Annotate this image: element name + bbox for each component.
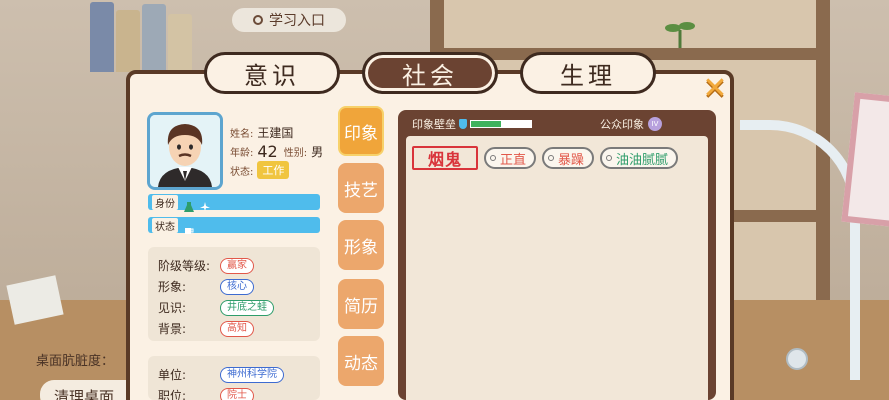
age-gender-row: 年龄: 42 性别: 男 <box>230 142 323 161</box>
work-value[interactable]: 院士 <box>220 387 254 400</box>
attribute-row-background: 背景: 高知 <box>158 318 310 339</box>
work-box: 单位: 神州科学院 职位: 院士 <box>148 356 320 400</box>
attribute-row-insight: 见识: 井底之蛙 <box>158 297 310 318</box>
work-value[interactable]: 神州科学院 <box>220 366 284 383</box>
state-label: 状态 <box>152 217 178 233</box>
attribute-key: 见识: <box>158 301 187 315</box>
name-value: 王建国 <box>257 126 294 140</box>
gender-value: 男 <box>311 145 324 159</box>
power-icon[interactable] <box>786 348 808 370</box>
attribute-key: 阶级等级: <box>158 259 211 273</box>
progress-fill <box>471 121 501 127</box>
tag-dot-icon <box>548 155 555 161</box>
entry-dot-icon <box>253 15 263 25</box>
tag-dot-icon <box>606 155 613 161</box>
shield-icon <box>459 119 467 129</box>
smoker-stamp[interactable]: 烟鬼 <box>412 146 478 170</box>
tag-upright[interactable]: 正直 <box>484 147 537 169</box>
work-row-unit: 单位: 神州科学院 <box>158 364 310 385</box>
flask-icon <box>184 197 194 212</box>
attribute-value[interactable]: 赢家 <box>220 257 254 274</box>
attribute-value[interactable]: 井底之蛙 <box>220 299 274 316</box>
impression-panel: 印象壁垒 公众印象 IV 烟鬼 正直 暴躁 油油腻腻 <box>398 110 716 400</box>
gender-key: 性别: <box>283 148 308 159</box>
tag-label: 正直 <box>500 152 527 168</box>
tag-greasy[interactable]: 油油腻腻 <box>600 147 679 169</box>
age-key: 年龄: <box>230 148 254 159</box>
tag-dot-icon <box>490 155 496 161</box>
side-tab-skills[interactable]: 技艺 <box>338 163 384 213</box>
tab-consciousness[interactable]: 意识 <box>204 52 340 94</box>
side-tab-news[interactable]: 动态 <box>338 336 384 386</box>
category-tabs: 意识 社会 生理 <box>204 52 656 96</box>
close-icon[interactable]: ✕ <box>702 74 728 104</box>
attribute-key: 形象: <box>158 280 187 294</box>
age-value: 42 <box>257 142 278 161</box>
attributes-box: 阶级等级: 赢家 形象: 核心 见识: 井底之蛙 背景: 高知 <box>148 247 320 341</box>
study-entry-button[interactable]: 学习入口 <box>232 8 346 32</box>
tag-irritable[interactable]: 暴躁 <box>542 147 595 169</box>
attribute-row-class: 阶级等级: 赢家 <box>158 255 310 276</box>
attribute-value[interactable]: 核心 <box>220 278 254 295</box>
tag-label: 油油腻腻 <box>616 152 669 168</box>
status-badge: 工作 <box>257 161 290 179</box>
level-badge: IV <box>648 117 662 131</box>
name-key: 姓名: <box>230 129 254 140</box>
side-tab-impression[interactable]: 印象 <box>338 106 384 156</box>
status-row: 状态: 工作 <box>230 161 290 179</box>
work-row-position: 职位: 院士 <box>158 385 310 400</box>
study-entry-label: 学习入口 <box>269 13 325 29</box>
impression-wall-label: 印象壁垒 <box>412 118 456 131</box>
impression-wall-progress <box>470 120 532 128</box>
work-key: 职位: <box>158 389 187 400</box>
avatar <box>147 112 223 190</box>
books-decoration <box>90 0 220 72</box>
plant-icon <box>660 18 700 48</box>
tag-list: 烟鬼 正直 暴躁 油油腻腻 <box>412 146 679 170</box>
tag-label: 暴躁 <box>558 152 585 168</box>
impression-wall: 印象壁垒 <box>412 116 532 132</box>
tab-society[interactable]: 社会 <box>362 52 498 94</box>
identity-bar[interactable]: 身份 <box>148 194 320 212</box>
side-tab-appearance[interactable]: 形象 <box>338 220 384 270</box>
airplane-icon <box>200 197 210 211</box>
cup-icon <box>184 220 194 234</box>
attribute-row-image: 形象: 核心 <box>158 276 310 297</box>
work-key: 单位: <box>158 368 187 382</box>
tag-area: 烟鬼 正直 暴躁 油油腻腻 <box>406 136 708 400</box>
attribute-key: 背景: <box>158 322 187 336</box>
desk-dirtiness-label: 桌面肮脏度： <box>36 354 115 369</box>
tab-physiology[interactable]: 生理 <box>520 52 656 94</box>
public-impression: 公众印象 IV <box>600 116 662 132</box>
lamp <box>740 120 860 380</box>
name-row: 姓名: 王建国 <box>230 124 293 141</box>
attribute-value[interactable]: 高知 <box>220 320 254 337</box>
public-impression-label: 公众印象 <box>600 118 644 131</box>
side-tab-resume[interactable]: 简历 <box>338 279 384 329</box>
status-key: 状态: <box>230 166 254 178</box>
state-bar[interactable]: 状态 <box>148 217 320 234</box>
impression-header: 印象壁垒 公众印象 IV <box>412 116 704 134</box>
identity-label: 身份 <box>152 194 178 210</box>
